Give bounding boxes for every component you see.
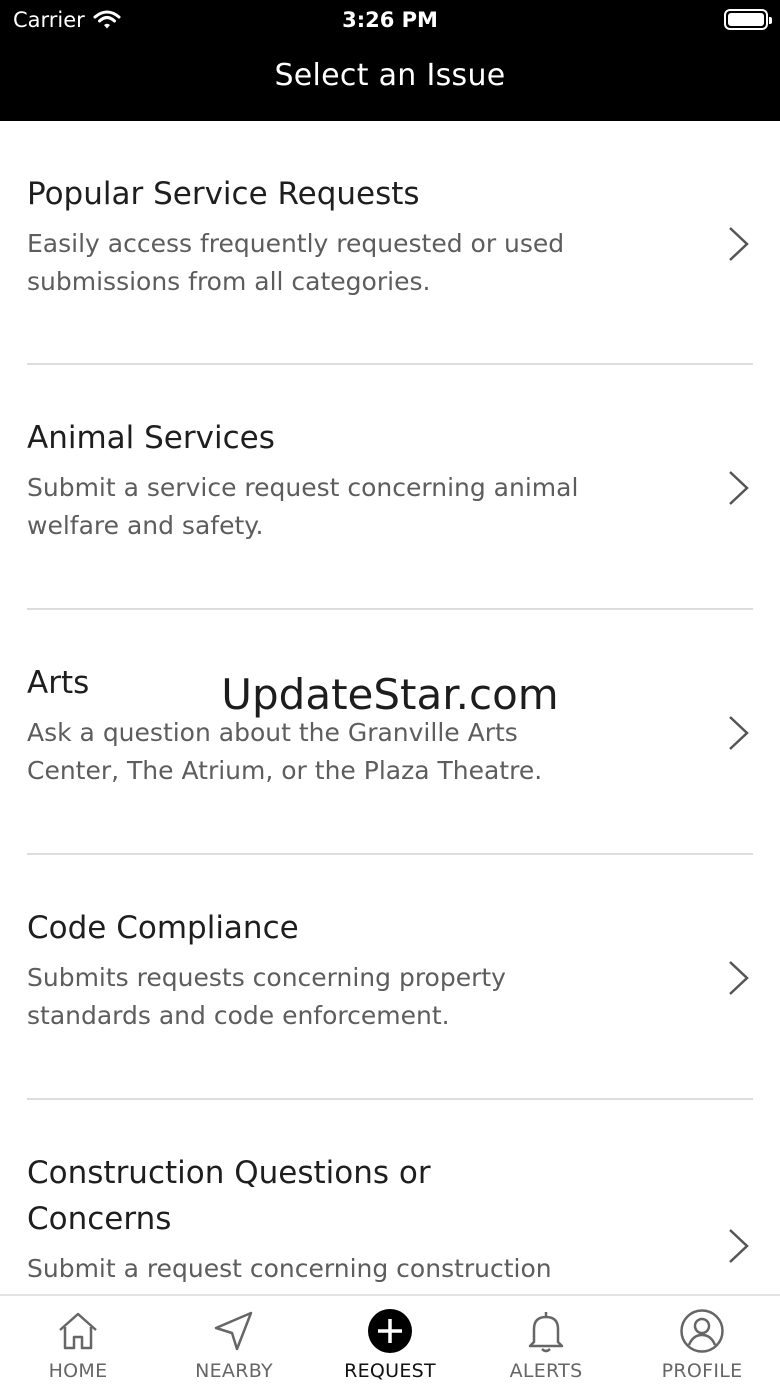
issue-row-animal-services[interactable]: Animal Services Submit a service request… — [27, 365, 753, 610]
tab-label: NEARBY — [195, 1360, 273, 1382]
tab-nearby[interactable]: NEARBY — [156, 1296, 312, 1387]
issue-description: Submit a request concerning construction — [27, 1254, 552, 1283]
tab-request[interactable]: REQUEST — [312, 1296, 468, 1387]
issue-title: Animal Services — [27, 420, 275, 456]
chevron-right-icon — [729, 227, 749, 261]
issue-title: Construction Questions or Concerns — [27, 1155, 431, 1237]
issue-title: Code Compliance — [27, 910, 299, 946]
tab-label: REQUEST — [344, 1360, 436, 1382]
chevron-right-icon — [729, 716, 749, 750]
bell-icon — [528, 1312, 564, 1353]
issue-row-popular-service-requests[interactable]: Popular Service Requests Easily access f… — [27, 121, 753, 365]
tab-label: PROFILE — [661, 1360, 743, 1382]
tab-profile[interactable]: PROFILE — [624, 1296, 780, 1387]
issue-description: Ask a question about the Granville Arts … — [27, 718, 543, 785]
home-icon — [59, 1312, 97, 1350]
status-time: 3:26 PM — [342, 8, 438, 32]
issue-description: Submits requests concerning property sta… — [27, 963, 506, 1030]
issue-description: Easily access frequently requested or us… — [27, 229, 565, 296]
page-title: Select an Issue — [274, 58, 506, 93]
user-circle-icon — [680, 1309, 724, 1353]
issue-title: Popular Service Requests — [27, 176, 420, 212]
top-bar: Carrier 3:26 PM Select an Issue — [0, 0, 780, 121]
tab-label: HOME — [48, 1360, 108, 1382]
watermark: UpdateStar.com — [221, 670, 559, 719]
tab-alerts[interactable]: ALERTS — [468, 1296, 624, 1387]
battery-icon — [724, 9, 772, 30]
tab-bar: HOME NEARBY REQUEST ALERTS PROFILE — [0, 1294, 780, 1387]
plus-circle-icon — [368, 1309, 412, 1353]
tab-label: ALERTS — [509, 1360, 583, 1382]
issue-description: Submit a service request concerning anim… — [27, 473, 579, 540]
issue-row-code-compliance[interactable]: Code Compliance Submits requests concern… — [27, 855, 753, 1100]
issue-row-arts[interactable]: Arts Ask a question about the Granville … — [27, 610, 753, 855]
chevron-right-icon — [729, 961, 749, 995]
status-bar: Carrier 3:26 PM — [0, 0, 780, 40]
tab-home[interactable]: HOME — [0, 1296, 156, 1387]
navigation-arrow-icon — [214, 1311, 253, 1351]
chevron-right-icon — [729, 471, 749, 505]
chevron-right-icon — [729, 1229, 749, 1263]
issue-row-construction[interactable]: Construction Questions or Concerns Submi… — [27, 1100, 753, 1294]
